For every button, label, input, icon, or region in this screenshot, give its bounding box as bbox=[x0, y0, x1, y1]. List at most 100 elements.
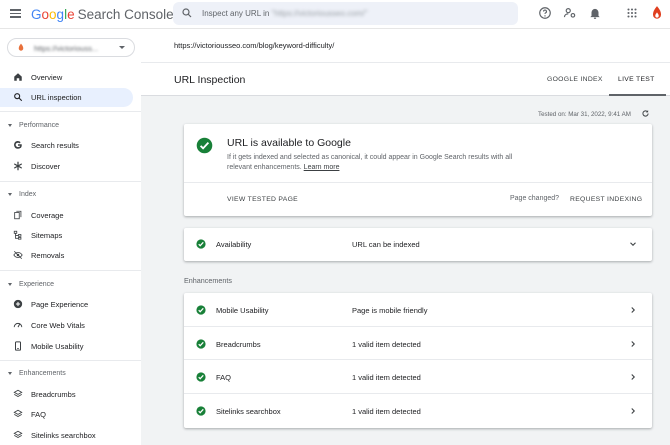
section-experience[interactable]: Experience bbox=[0, 278, 133, 292]
status-description: If it gets indexed and selected as canon… bbox=[227, 153, 527, 173]
sidebar-item-label: Sitemaps bbox=[31, 231, 63, 240]
inspection-header: URL Inspection GOOGLE INDEX LIVE TEST bbox=[141, 63, 670, 96]
enhancement-value: 1 valid item detected bbox=[352, 339, 421, 349]
url-inspect-search[interactable]: Inspect any URL in "https://victoriousse… bbox=[173, 2, 518, 25]
enhancement-value: 1 valid item detected bbox=[352, 373, 421, 382]
main-content: https://victoriousseo.com/blog/keyword-d… bbox=[141, 29, 670, 445]
sidebar-item-label: Overview bbox=[31, 73, 63, 82]
plus-circle-icon bbox=[13, 299, 23, 309]
sidebar-item-label: Removals bbox=[31, 251, 65, 260]
smartphone-icon bbox=[15, 341, 21, 351]
check-circle-icon bbox=[196, 405, 206, 416]
sidebar-item-url-inspection[interactable]: URL inspection bbox=[0, 88, 133, 107]
sidebar-item-coverage[interactable]: Coverage bbox=[0, 206, 133, 225]
chevron-right-icon[interactable] bbox=[628, 372, 638, 382]
list-item[interactable]: Mobile Usability Page is mobile friendly bbox=[184, 293, 652, 327]
chevron-right-icon[interactable] bbox=[628, 339, 638, 349]
search-placeholder: Inspect any URL in "https://victoriousse… bbox=[202, 9, 367, 18]
logo-letter: G bbox=[31, 7, 42, 22]
learn-more-link[interactable]: Learn more bbox=[304, 164, 340, 171]
sidebar-item-breadcrumbs[interactable]: Breadcrumbs bbox=[0, 385, 133, 404]
page-title: URL Inspection bbox=[174, 74, 246, 86]
page-changed-label: Page changed? bbox=[510, 195, 560, 202]
sidebar-item-label: Core Web Vitals bbox=[31, 321, 85, 330]
sidebar-item-removals[interactable]: Removals bbox=[0, 246, 133, 265]
file-copy-icon bbox=[14, 210, 22, 220]
check-circle-icon bbox=[196, 372, 206, 382]
search-property-hint: "https://victoriousseo.com/" bbox=[271, 9, 368, 18]
help-icon[interactable] bbox=[538, 6, 552, 20]
enhancements-label: Enhancements bbox=[184, 276, 232, 285]
property-favicon-icon bbox=[18, 43, 24, 51]
logo-letter: e bbox=[67, 7, 75, 22]
collapse-arrow-icon bbox=[8, 193, 12, 196]
product-name: Search Console bbox=[77, 7, 174, 22]
sidebar-item-sitemaps[interactable]: Sitemaps bbox=[0, 226, 133, 245]
notifications-bell-icon[interactable] bbox=[588, 6, 602, 20]
section-index[interactable]: Index bbox=[0, 188, 133, 202]
section-enhancements[interactable]: Enhancements bbox=[0, 367, 133, 381]
account-avatar-icon[interactable] bbox=[650, 5, 664, 21]
inspected-url: https://victoriousseo.com/blog/keyword-d… bbox=[174, 41, 335, 50]
list-item[interactable]: Sitelinks searchbox 1 valid item detecte… bbox=[184, 394, 652, 428]
section-performance[interactable]: Performance bbox=[0, 119, 133, 133]
logo-letter: g bbox=[56, 7, 65, 22]
sidebar-item-page-experience[interactable]: Page Experience bbox=[0, 295, 133, 314]
enhancement-value: Page is mobile friendly bbox=[352, 306, 428, 315]
sidebar: https://victoriouss... Overview URL insp… bbox=[0, 29, 141, 445]
active-tab-indicator bbox=[609, 94, 666, 96]
check-circle-icon bbox=[196, 137, 213, 154]
check-circle-icon bbox=[196, 338, 206, 349]
chevron-down-icon bbox=[119, 46, 125, 49]
logo-letter: o bbox=[49, 7, 57, 22]
sidebar-item-label: URL inspection bbox=[31, 93, 82, 102]
menu-icon[interactable] bbox=[10, 9, 21, 18]
inspected-url-bar: https://victoriousseo.com/blog/keyword-d… bbox=[141, 29, 670, 63]
chevron-right-icon[interactable] bbox=[628, 406, 638, 416]
apps-grid-icon[interactable] bbox=[625, 6, 639, 20]
sidebar-divider bbox=[0, 181, 141, 182]
property-name: https://victoriouss... bbox=[34, 44, 99, 53]
section-title: Enhancements bbox=[19, 370, 66, 377]
sidebar-item-overview[interactable]: Overview bbox=[0, 68, 133, 87]
sidebar-item-label: Discover bbox=[31, 162, 61, 171]
sidebar-item-label: Coverage bbox=[31, 211, 64, 220]
view-tested-page-button[interactable]: VIEW TESTED PAGE bbox=[227, 196, 298, 203]
enhancement-name: Mobile Usability bbox=[216, 306, 269, 315]
enhancement-value: 1 valid item detected bbox=[352, 406, 421, 416]
collapse-arrow-icon bbox=[8, 124, 12, 127]
enhancement-name: FAQ bbox=[216, 373, 232, 382]
eye-off-icon bbox=[13, 250, 23, 260]
layers-icon bbox=[13, 409, 23, 417]
layers-icon bbox=[13, 430, 23, 438]
sidebar-item-mobile-usability[interactable]: Mobile Usability bbox=[0, 337, 133, 356]
sidebar-item-sitelinks-searchbox[interactable]: Sitelinks searchbox bbox=[0, 426, 133, 445]
availability-value: URL can be indexed bbox=[352, 240, 420, 249]
top-app-bar: Google Search Console Inspect any URL in … bbox=[0, 0, 670, 29]
sidebar-item-search-results[interactable]: Search results bbox=[0, 136, 133, 155]
url-status-card: URL is available to Google If it gets in… bbox=[184, 124, 652, 216]
manage-users-icon[interactable] bbox=[563, 6, 577, 20]
sidebar-item-faq[interactable]: FAQ bbox=[0, 405, 133, 424]
chevron-down-icon[interactable] bbox=[628, 239, 638, 249]
list-item[interactable]: Breadcrumbs 1 valid item detected bbox=[184, 327, 652, 360]
tab-google-index[interactable]: GOOGLE INDEX bbox=[547, 76, 603, 83]
property-selector[interactable]: https://victoriouss... bbox=[7, 38, 135, 57]
sidebar-divider bbox=[0, 270, 141, 271]
status-heading: URL is available to Google bbox=[227, 137, 351, 149]
section-title: Experience bbox=[19, 281, 55, 288]
layers-icon bbox=[13, 389, 23, 397]
chevron-right-icon[interactable] bbox=[628, 305, 638, 315]
request-indexing-button[interactable]: REQUEST INDEXING bbox=[570, 196, 642, 203]
sidebar-item-label: Breadcrumbs bbox=[31, 390, 76, 399]
refresh-icon[interactable] bbox=[641, 109, 650, 118]
sidebar-item-core-web-vitals[interactable]: Core Web Vitals bbox=[0, 316, 133, 335]
list-item[interactable]: FAQ 1 valid item detected bbox=[184, 360, 652, 394]
tab-live-test[interactable]: LIVE TEST bbox=[618, 76, 655, 83]
enhancement-name: Breadcrumbs bbox=[216, 339, 261, 349]
sidebar-item-discover[interactable]: Discover bbox=[0, 157, 133, 176]
search-icon bbox=[182, 8, 192, 18]
app-logo[interactable]: Google Search Console bbox=[31, 7, 174, 22]
asterisk-icon bbox=[14, 161, 22, 171]
availability-row[interactable]: Availability URL can be indexed bbox=[184, 228, 652, 261]
